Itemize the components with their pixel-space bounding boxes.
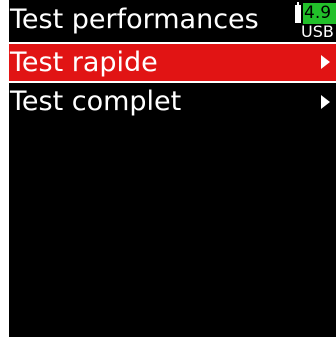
chevron-right-icon [321,55,330,69]
menu-item-label: Test rapide [10,47,158,78]
battery-voltage: 4.9 [303,3,336,24]
battery-indicator: 4.9 USB [295,2,336,41]
menu-item-test-rapide[interactable]: Test rapide [9,42,336,83]
chevron-right-icon [321,95,330,109]
power-source-label: USB [301,22,334,41]
menu-item-test-complet[interactable]: Test complet [9,83,336,124]
battery-icon [295,2,301,23]
menu-item-label: Test complet [10,86,182,117]
device-screen: Test performances 4.9 USB Test rapide Te… [9,0,336,337]
page-title: Test performances [10,4,259,35]
header: Test performances 4.9 USB [9,0,336,44]
menu-list: Test rapide Test complet [9,42,336,124]
